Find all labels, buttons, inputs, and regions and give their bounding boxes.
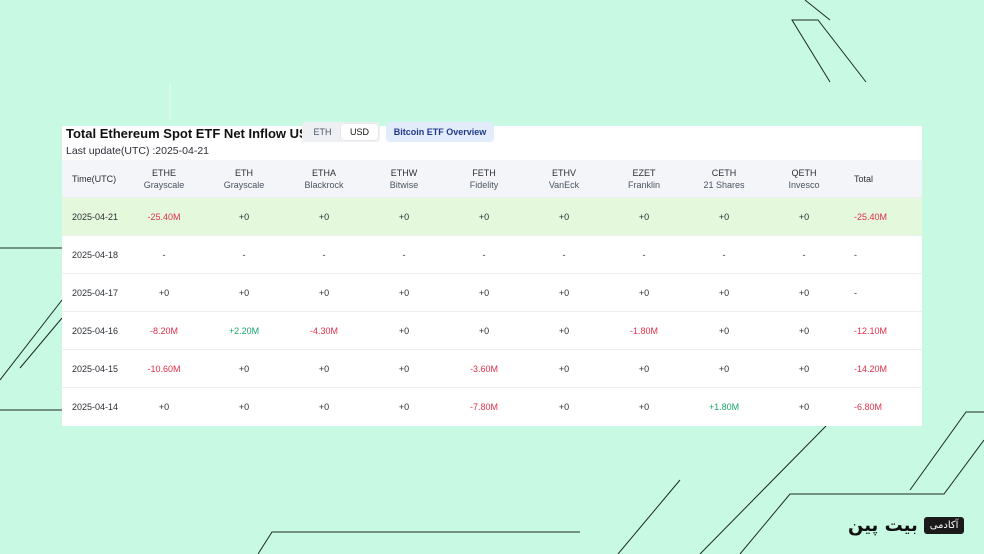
table-cell: -1.80M [604, 311, 684, 350]
table-cell: +0 [764, 349, 844, 388]
table-row: 2025-04-18 - - - - - - - - - - [62, 235, 922, 274]
table-cell: 2025-04-15 [62, 349, 124, 388]
table-cell: - [204, 235, 284, 274]
table-cell: +0 [364, 349, 444, 388]
table-cell: - [844, 273, 922, 312]
table-cell: +0 [604, 387, 684, 425]
table-cell: +0 [524, 197, 604, 236]
table-cell: +0 [684, 349, 764, 388]
table-cell: +0 [124, 387, 204, 425]
table-cell: +0 [444, 273, 524, 312]
table-cell: +0 [764, 387, 844, 425]
table-cell: - [684, 235, 764, 274]
table-cell: +0 [684, 311, 764, 350]
table-cell: +2.20M [204, 311, 284, 350]
table-cell: +0 [524, 311, 604, 350]
table-cell: +0 [364, 311, 444, 350]
table-cell: 2025-04-18 [62, 235, 124, 274]
table-row: 2025-04-14 +0 +0 +0 +0 -7.80M +0 +0 +1.8… [62, 387, 922, 425]
table-cell: +0 [604, 273, 684, 312]
table-cell: 2025-04-21 [62, 197, 124, 236]
column-header-ezet: EZET Franklin [604, 160, 684, 198]
column-header-etha: ETHA Blackrock [284, 160, 364, 198]
table-cell: - [524, 235, 604, 274]
column-header-ceth: CETH 21 Shares [684, 160, 764, 198]
table-cell: -25.40M [124, 197, 204, 236]
table-cell: +0 [604, 349, 684, 388]
table-cell: +0 [284, 273, 364, 312]
table-cell: -12.10M [844, 311, 922, 350]
table-cell: -4.30M [284, 311, 364, 350]
table-cell: +0 [764, 273, 844, 312]
table-cell: - [764, 235, 844, 274]
logo-word: بیت پین [848, 514, 918, 536]
last-update-text: Last update(UTC) :2025-04-21 [66, 145, 209, 157]
table-row: 2025-04-17 +0 +0 +0 +0 +0 +0 +0 +0 +0 - [62, 273, 922, 312]
table-cell: - [364, 235, 444, 274]
column-header-ethv: ETHV VanEck [524, 160, 604, 198]
table-cell: 2025-04-16 [62, 311, 124, 350]
bitpin-academy-logo: بیت پین آکادمی [848, 512, 965, 538]
table-cell: -10.60M [124, 349, 204, 388]
table-cell: +0 [764, 311, 844, 350]
table-cell: +0 [364, 197, 444, 236]
table-cell: -25.40M [844, 197, 922, 236]
table-cell: +0 [204, 197, 284, 236]
table-cell: - [124, 235, 204, 274]
table-cell: 2025-04-14 [62, 387, 124, 425]
table-cell: +0 [124, 273, 204, 312]
unit-usd-option[interactable]: USD [341, 124, 378, 140]
table-cell: - [604, 235, 684, 274]
table-cell: +0 [364, 273, 444, 312]
table-cell: +0 [444, 311, 524, 350]
table-cell: +0 [524, 273, 604, 312]
table-cell: +0 [204, 273, 284, 312]
column-header-total: Total [844, 160, 922, 198]
table-cell: 2025-04-17 [62, 273, 124, 312]
unit-toggle[interactable]: ETH USD [302, 122, 380, 142]
column-header-feth: FETH Fidelity [444, 160, 524, 198]
table-cell: +0 [764, 197, 844, 236]
table-cell: - [844, 235, 922, 274]
table-cell: -7.80M [444, 387, 524, 425]
column-header-ethe: ETHE Grayscale [124, 160, 204, 198]
table-cell: +0 [284, 349, 364, 388]
table-cell: +0 [524, 387, 604, 425]
table-row: 2025-04-21 -25.40M +0 +0 +0 +0 +0 +0 +0 … [62, 197, 922, 236]
table-cell: -8.20M [124, 311, 204, 350]
table-cell: +0 [524, 349, 604, 388]
bitcoin-etf-overview-button[interactable]: Bitcoin ETF Overview [386, 122, 494, 142]
table-cell: +0 [684, 273, 764, 312]
table-cell: +0 [284, 197, 364, 236]
table-row: 2025-04-15 -10.60M +0 +0 +0 -3.60M +0 +0… [62, 349, 922, 388]
logo-tag: آکادمی [923, 516, 965, 534]
table-cell: +1.80M [684, 387, 764, 425]
column-header-qeth: QETH Invesco [764, 160, 844, 198]
column-header-ethw: ETHW Bitwise [364, 160, 444, 198]
table-cell: +0 [364, 387, 444, 425]
table-cell: +0 [444, 197, 524, 236]
unit-eth-option[interactable]: ETH [304, 124, 341, 140]
table-cell: -14.20M [844, 349, 922, 388]
table-cell: - [284, 235, 364, 274]
etf-flow-card: Total Ethereum Spot ETF Net Inflow USD E… [62, 122, 922, 426]
page-title: Total Ethereum Spot ETF Net Inflow USD [66, 126, 318, 141]
table-cell: +0 [684, 197, 764, 236]
table-row: 2025-04-16 -8.20M +2.20M -4.30M +0 +0 +0… [62, 311, 922, 350]
table-cell: +0 [204, 349, 284, 388]
table-cell: +0 [204, 387, 284, 425]
table-cell: - [444, 235, 524, 274]
etf-flow-table: Time(UTC) ETHE Grayscale ETH Grayscale ETH… [62, 160, 922, 425]
table-header-row: Time(UTC) ETHE Grayscale ETH Grayscale ETH… [62, 160, 922, 198]
table-cell: +0 [604, 197, 684, 236]
table-cell: -3.60M [444, 349, 524, 388]
column-header-time: Time(UTC) [62, 160, 124, 198]
column-header-eth: ETH Grayscale [204, 160, 284, 198]
table-cell: -6.80M [844, 387, 922, 425]
table-cell: +0 [284, 387, 364, 425]
